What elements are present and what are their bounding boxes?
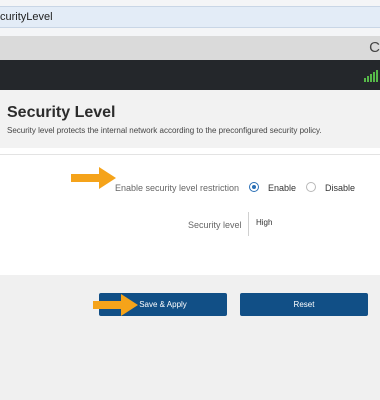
page-subtitle: Security level protects the internal net… [7, 126, 322, 135]
enable-radio-label[interactable]: Enable [268, 183, 296, 193]
enable-radio[interactable] [249, 182, 259, 192]
signal-strength-icon [364, 68, 380, 82]
right-arrow-icon [71, 167, 116, 189]
security-level-label: Security level [188, 220, 242, 230]
url-field[interactable]: curityLevel [0, 6, 380, 28]
reset-button[interactable]: Reset [240, 293, 368, 316]
toolbar-partial-label: C [369, 39, 380, 56]
url-text: curityLevel [0, 11, 53, 23]
restriction-label: Enable security level restriction [115, 183, 240, 193]
security-level-value: High [256, 218, 273, 227]
status-bar [0, 60, 380, 90]
security-level-select[interactable]: High [248, 212, 380, 236]
disable-radio[interactable] [306, 182, 316, 192]
save-apply-label: Save & Apply [139, 300, 187, 309]
browser-toolbar: C [0, 36, 380, 60]
browser-address-bar: curityLevel [0, 0, 380, 36]
disable-radio-label[interactable]: Disable [325, 183, 355, 193]
right-arrow-icon [93, 294, 138, 316]
reset-label: Reset [293, 300, 315, 309]
page-title: Security Level [7, 104, 116, 121]
